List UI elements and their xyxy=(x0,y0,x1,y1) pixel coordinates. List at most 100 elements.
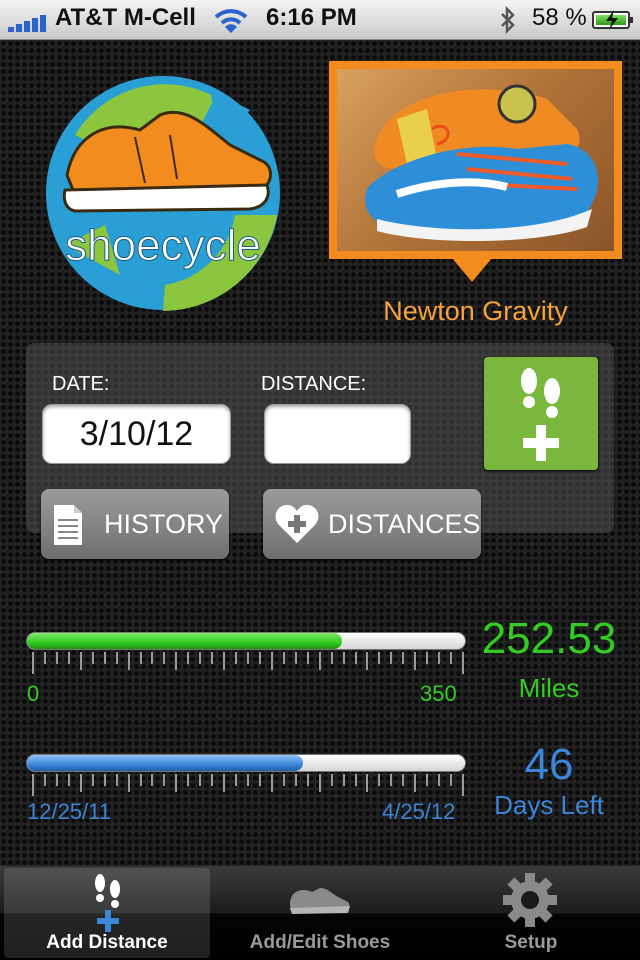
add-distance-button[interactable] xyxy=(484,357,598,470)
scale-tick xyxy=(462,774,464,796)
scale-tick xyxy=(223,652,226,670)
scale-tick xyxy=(127,774,130,792)
days-left-count: 46 xyxy=(524,740,574,789)
scale-tick xyxy=(91,652,94,664)
history-button-label: HISTORY xyxy=(104,509,224,539)
scale-tick xyxy=(187,774,190,786)
scale-tick xyxy=(318,774,321,792)
footsteps-plus-icon xyxy=(95,874,120,932)
shoe-icon xyxy=(290,888,350,914)
distance-progress-fill xyxy=(27,633,343,649)
scale-tick xyxy=(163,774,166,786)
distances-button[interactable]: DISTANCES xyxy=(263,489,481,559)
scale-tick xyxy=(438,774,441,786)
scale-tick xyxy=(79,652,82,670)
tab-add-distance[interactable]: Add Distance xyxy=(4,868,210,958)
scale-tick xyxy=(32,774,34,796)
distances-button-label: DISTANCES xyxy=(328,509,481,539)
scale-tick xyxy=(103,652,106,664)
scale-tick xyxy=(330,652,333,664)
scale-tick xyxy=(67,774,70,786)
total-miles: 252.53 xyxy=(481,614,617,663)
scale-tick xyxy=(450,652,453,664)
scale-tick xyxy=(462,652,464,674)
scale-tick xyxy=(270,774,273,792)
battery-percent: 58 % xyxy=(532,4,587,31)
clock: 6:16 PM xyxy=(266,4,357,31)
signal-strength-icon xyxy=(8,12,48,32)
scale-tick xyxy=(151,652,154,664)
scale-tick xyxy=(378,774,381,786)
shoe-photo-frame[interactable] xyxy=(329,61,622,259)
footsteps-plus-icon xyxy=(521,368,560,461)
scale-tick xyxy=(127,652,130,670)
scale-tick xyxy=(235,774,238,786)
scale-tick xyxy=(55,774,58,786)
date-field[interactable]: 3/10/12 xyxy=(42,404,231,464)
scale-tick xyxy=(402,774,405,786)
scale-tick xyxy=(438,652,441,664)
status-bar: AT&T M-Cell 6:16 PM 58 % xyxy=(0,0,640,40)
tab-bar: Add Distance Add/Edit Shoes Setup xyxy=(0,866,640,960)
scale-tick xyxy=(390,774,393,786)
miles-unit: Miles xyxy=(518,673,580,703)
scale-tick xyxy=(79,774,82,792)
scale-tick xyxy=(426,652,429,664)
distance-scale-min: 0 xyxy=(27,681,40,706)
document-icon xyxy=(54,505,82,545)
scale-tick xyxy=(247,774,249,786)
scale-tick xyxy=(115,774,118,786)
scale-tick xyxy=(103,774,106,786)
scale-tick xyxy=(55,652,58,664)
distance-scale-max: 350 xyxy=(420,681,457,706)
scale-tick xyxy=(354,774,357,786)
scale-tick xyxy=(414,652,417,670)
tab-setup-label: Setup xyxy=(504,932,558,953)
distance-label: DISTANCE: xyxy=(261,373,367,395)
scale-tick xyxy=(282,774,285,786)
time-scale-start: 12/25/11 xyxy=(27,799,112,824)
scale-tick xyxy=(282,652,285,664)
scale-tick xyxy=(342,774,345,786)
history-button[interactable]: HISTORY xyxy=(41,489,229,559)
scale-tick xyxy=(43,652,46,664)
scale-tick xyxy=(306,652,309,664)
scale-tick xyxy=(366,652,369,670)
distance-scale-ticks xyxy=(32,652,464,674)
tab-add-edit-shoes[interactable]: Add/Edit Shoes xyxy=(217,868,423,958)
scale-tick xyxy=(151,774,154,786)
scale-tick xyxy=(91,774,94,786)
scale-tick xyxy=(223,774,226,792)
scale-tick xyxy=(115,652,118,664)
scale-tick xyxy=(366,774,369,792)
photo-pointer xyxy=(452,258,492,282)
scale-tick xyxy=(199,774,202,786)
scale-tick xyxy=(235,652,238,664)
scale-tick xyxy=(330,774,333,786)
scale-tick xyxy=(318,652,321,670)
time-progress-bar xyxy=(26,754,466,772)
scale-tick xyxy=(211,652,214,664)
scale-tick xyxy=(294,652,297,664)
scale-tick xyxy=(32,652,34,674)
scale-tick xyxy=(294,774,297,786)
scale-tick xyxy=(211,774,214,786)
tab-setup[interactable]: Setup xyxy=(428,868,634,958)
time-progress-fill xyxy=(27,755,303,771)
scale-tick xyxy=(354,652,357,664)
heart-plus-icon xyxy=(275,504,319,543)
shoe-photo[interactable] xyxy=(337,69,614,251)
distance-field[interactable] xyxy=(264,404,411,464)
scale-tick xyxy=(258,774,261,786)
scale-tick xyxy=(43,774,46,786)
scale-tick xyxy=(414,774,417,792)
tab-add-edit-shoes-label: Add/Edit Shoes xyxy=(249,932,391,953)
days-left-unit: Days Left xyxy=(494,790,604,820)
date-label: DATE: xyxy=(52,373,110,395)
scale-tick xyxy=(175,774,178,792)
scale-tick xyxy=(175,652,178,670)
gear-icon xyxy=(503,873,557,927)
scale-tick xyxy=(187,652,190,664)
scale-tick xyxy=(199,652,202,664)
shoecycle-logo: shoecycle xyxy=(46,76,280,311)
